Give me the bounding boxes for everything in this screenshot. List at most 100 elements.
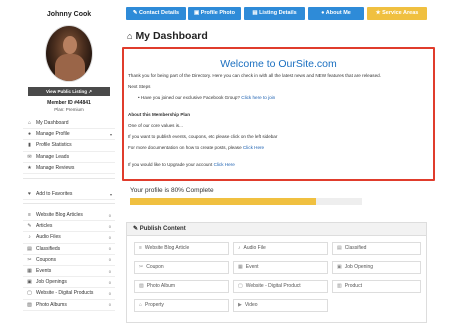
sidebar-item-label: Manage Leads	[36, 153, 70, 160]
tab-listing-details[interactable]: ▤ Listing Details	[244, 7, 305, 20]
publish-item-label: Coupon	[146, 264, 164, 270]
documentation-line: For more documentation on how to create …	[128, 145, 265, 150]
facebook-join-link[interactable]: Click here to join	[241, 95, 275, 100]
sidebar-item-events[interactable]: ▦ Events 0	[23, 266, 115, 278]
publish-item-label: Event	[245, 264, 259, 270]
events-icon: ▦	[27, 268, 32, 275]
plan-label: Plan: Premium	[54, 107, 84, 112]
classifieds-icon: ▤	[27, 245, 32, 252]
sidebar-item-label: My Dashboard	[36, 120, 69, 127]
sidebar-item-label: Add to Favorites	[36, 191, 73, 198]
upgrade-line: If you would like to Upgrade your accoun…	[128, 162, 235, 167]
publish-content-header: ✎ Publish Content	[127, 223, 426, 236]
user-name: Johnny Cook	[46, 11, 92, 18]
sidebar-item-label: Profile Statistics	[36, 142, 72, 149]
audio-file-icon: ♪	[238, 245, 241, 251]
count-badge: 0	[108, 268, 111, 274]
count-badge: 0	[108, 279, 111, 285]
tab-profile-photo[interactable]: ▣ Profile Photo	[188, 7, 241, 20]
view-public-listing-button[interactable]: View Public Listing ↗	[28, 87, 110, 96]
publish-item-audio-file[interactable]: ♪ Audio File	[233, 242, 328, 255]
member-id: Member ID #44841	[47, 100, 91, 106]
sidebar-item-coupons[interactable]: ✂ Coupons 0	[23, 255, 115, 266]
photo-albums-icon: ▨	[27, 301, 32, 308]
job-opening-icon: ▣	[337, 264, 342, 270]
avatar[interactable]	[45, 25, 93, 82]
my-dashboard-icon: ⌂	[27, 120, 32, 127]
sidebar-menu-posts: ≡ Website Blog Articles 0 ✎ Articles 0 ♪ Audio …	[23, 210, 115, 311]
publish-item-label: Property	[145, 302, 164, 308]
publish-item-label: Video	[244, 302, 258, 308]
publish-item-classified[interactable]: ▤ Classified	[332, 242, 421, 255]
profile-statistics-icon: ▮	[28, 142, 31, 149]
coupon-icon: ✂	[139, 264, 144, 270]
sidebar-item-label: Manage Profile	[36, 131, 70, 138]
page: Johnny Cook View Public Listing ↗ Member…	[0, 0, 474, 323]
sidebar-item-manage-reviews[interactable]: ★ Manage Reviews	[23, 163, 115, 174]
publish-item-job-opening[interactable]: ▣ Job Opening	[332, 261, 421, 274]
event-icon: ▦	[238, 264, 243, 270]
sidebar-item-manage-leads[interactable]: ✉ Manage Leads	[23, 152, 115, 163]
welcome-intro: Thank you for being part of the Director…	[128, 73, 381, 78]
publish-item-label: Audio File	[243, 245, 266, 251]
publish-item-product[interactable]: ▥ Product	[332, 280, 421, 293]
publish-content-panel: ✎ Publish Content ≡ Website Blog Article ♪…	[126, 222, 427, 323]
home-icon: ⌂	[127, 31, 133, 41]
sidebar-item-website-digital-products[interactable]: ▢ Website - Digital Products 0	[23, 288, 115, 300]
tab-contact-details[interactable]: ✎ Contact Details	[126, 7, 186, 20]
property-icon: ⌂	[139, 302, 143, 308]
upgrade-link[interactable]: Click Here	[214, 162, 235, 167]
core-values-line: One of our core values is...	[128, 123, 183, 128]
sidebar-item-label: Audio Files	[36, 234, 61, 241]
profile-completion-label: Your profile is 80% Complete	[130, 187, 214, 194]
publish-item-label: Job Opening	[344, 264, 374, 270]
tab-service-areas[interactable]: ★ Service Areas	[367, 7, 427, 20]
publish-item-website-blog-article[interactable]: ≡ Website Blog Article	[134, 242, 229, 255]
count-badge: 0	[108, 246, 111, 252]
publish-item-photo-album[interactable]: ▨ Photo Album	[134, 280, 229, 293]
publish-item-video[interactable]: ▶ Video	[233, 299, 328, 312]
chevron-down-icon[interactable]: ▾	[110, 192, 112, 197]
sidebar: Johnny Cook View Public Listing ↗ Member…	[23, 4, 115, 323]
documentation-link[interactable]: Click Here	[243, 145, 264, 150]
profile-completion-bar	[130, 198, 362, 205]
count-badge: 0	[108, 212, 111, 218]
sidebar-item-my-dashboard[interactable]: ⌂ My Dashboard	[23, 118, 115, 130]
articles-icon: ✎	[27, 223, 32, 230]
website-digital-product-icon: ▢	[238, 283, 243, 289]
sidebar-menu-favorites: ♥ Add to Favorites ▾	[23, 189, 115, 201]
sidebar-item-label: Manage Reviews	[36, 164, 75, 171]
publish-item-event[interactable]: ▦ Event	[233, 261, 328, 274]
sidebar-item-manage-profile[interactable]: ● Manage Profile ▾	[23, 129, 115, 141]
tab-about-me[interactable]: ● About Me	[308, 7, 364, 20]
sidebar-item-photo-albums[interactable]: ▨ Photo Albums 0	[23, 300, 115, 311]
welcome-title: Welcome to OurSite.com	[220, 58, 337, 70]
count-badge: 0	[108, 257, 111, 263]
publish-item-website-digital-product[interactable]: ▢ Website - Digital Product	[233, 280, 328, 293]
sidebar-item-articles[interactable]: ✎ Articles 0	[23, 221, 115, 233]
website-digital-products-icon: ▢	[27, 290, 32, 297]
sidebar-item-audio-files[interactable]: ♪ Audio Files 0	[23, 232, 115, 244]
welcome-box: Welcome to OurSite.com Thank you for bei…	[122, 47, 435, 181]
classified-icon: ▤	[337, 245, 342, 251]
sidebar-item-classifieds[interactable]: ▤ Classifieds 0	[23, 244, 115, 255]
sidebar-item-website-blog-articles[interactable]: ≡ Website Blog Articles 0	[23, 210, 115, 222]
coupons-icon: ✂	[27, 256, 32, 263]
publish-item-label: Website Blog Article	[144, 245, 190, 251]
chevron-down-icon[interactable]: ▾	[110, 132, 112, 137]
sidebar-item-label: Coupons	[36, 256, 57, 263]
sidebar-item-add-to-favorites[interactable]: ♥ Add to Favorites ▾	[23, 189, 115, 201]
publish-item-coupon[interactable]: ✂ Coupon	[134, 261, 229, 274]
sidebar-item-label: Website Blog Articles	[36, 212, 83, 219]
sidebar-item-job-openings[interactable]: ▣ Job Openings 0	[23, 277, 115, 289]
sidebar-item-label: Website - Digital Products	[36, 290, 94, 297]
publish-item-label: Photo Album	[146, 283, 176, 289]
count-badge: 0	[108, 290, 111, 296]
sidebar-item-profile-statistics[interactable]: ▮ Profile Statistics	[23, 140, 115, 152]
sidebar-menu-main: ⌂ My Dashboard ● Manage Profile ▾ ▮ Profile St…	[23, 118, 115, 174]
publish-item-property[interactable]: ⌂ Property	[134, 299, 229, 312]
sidebar-item-label: Classifieds	[36, 245, 61, 252]
publish-item-label: Classified	[344, 245, 367, 251]
website-blog-article-icon: ≡	[139, 245, 142, 251]
edit-icon: ✎	[133, 226, 139, 232]
